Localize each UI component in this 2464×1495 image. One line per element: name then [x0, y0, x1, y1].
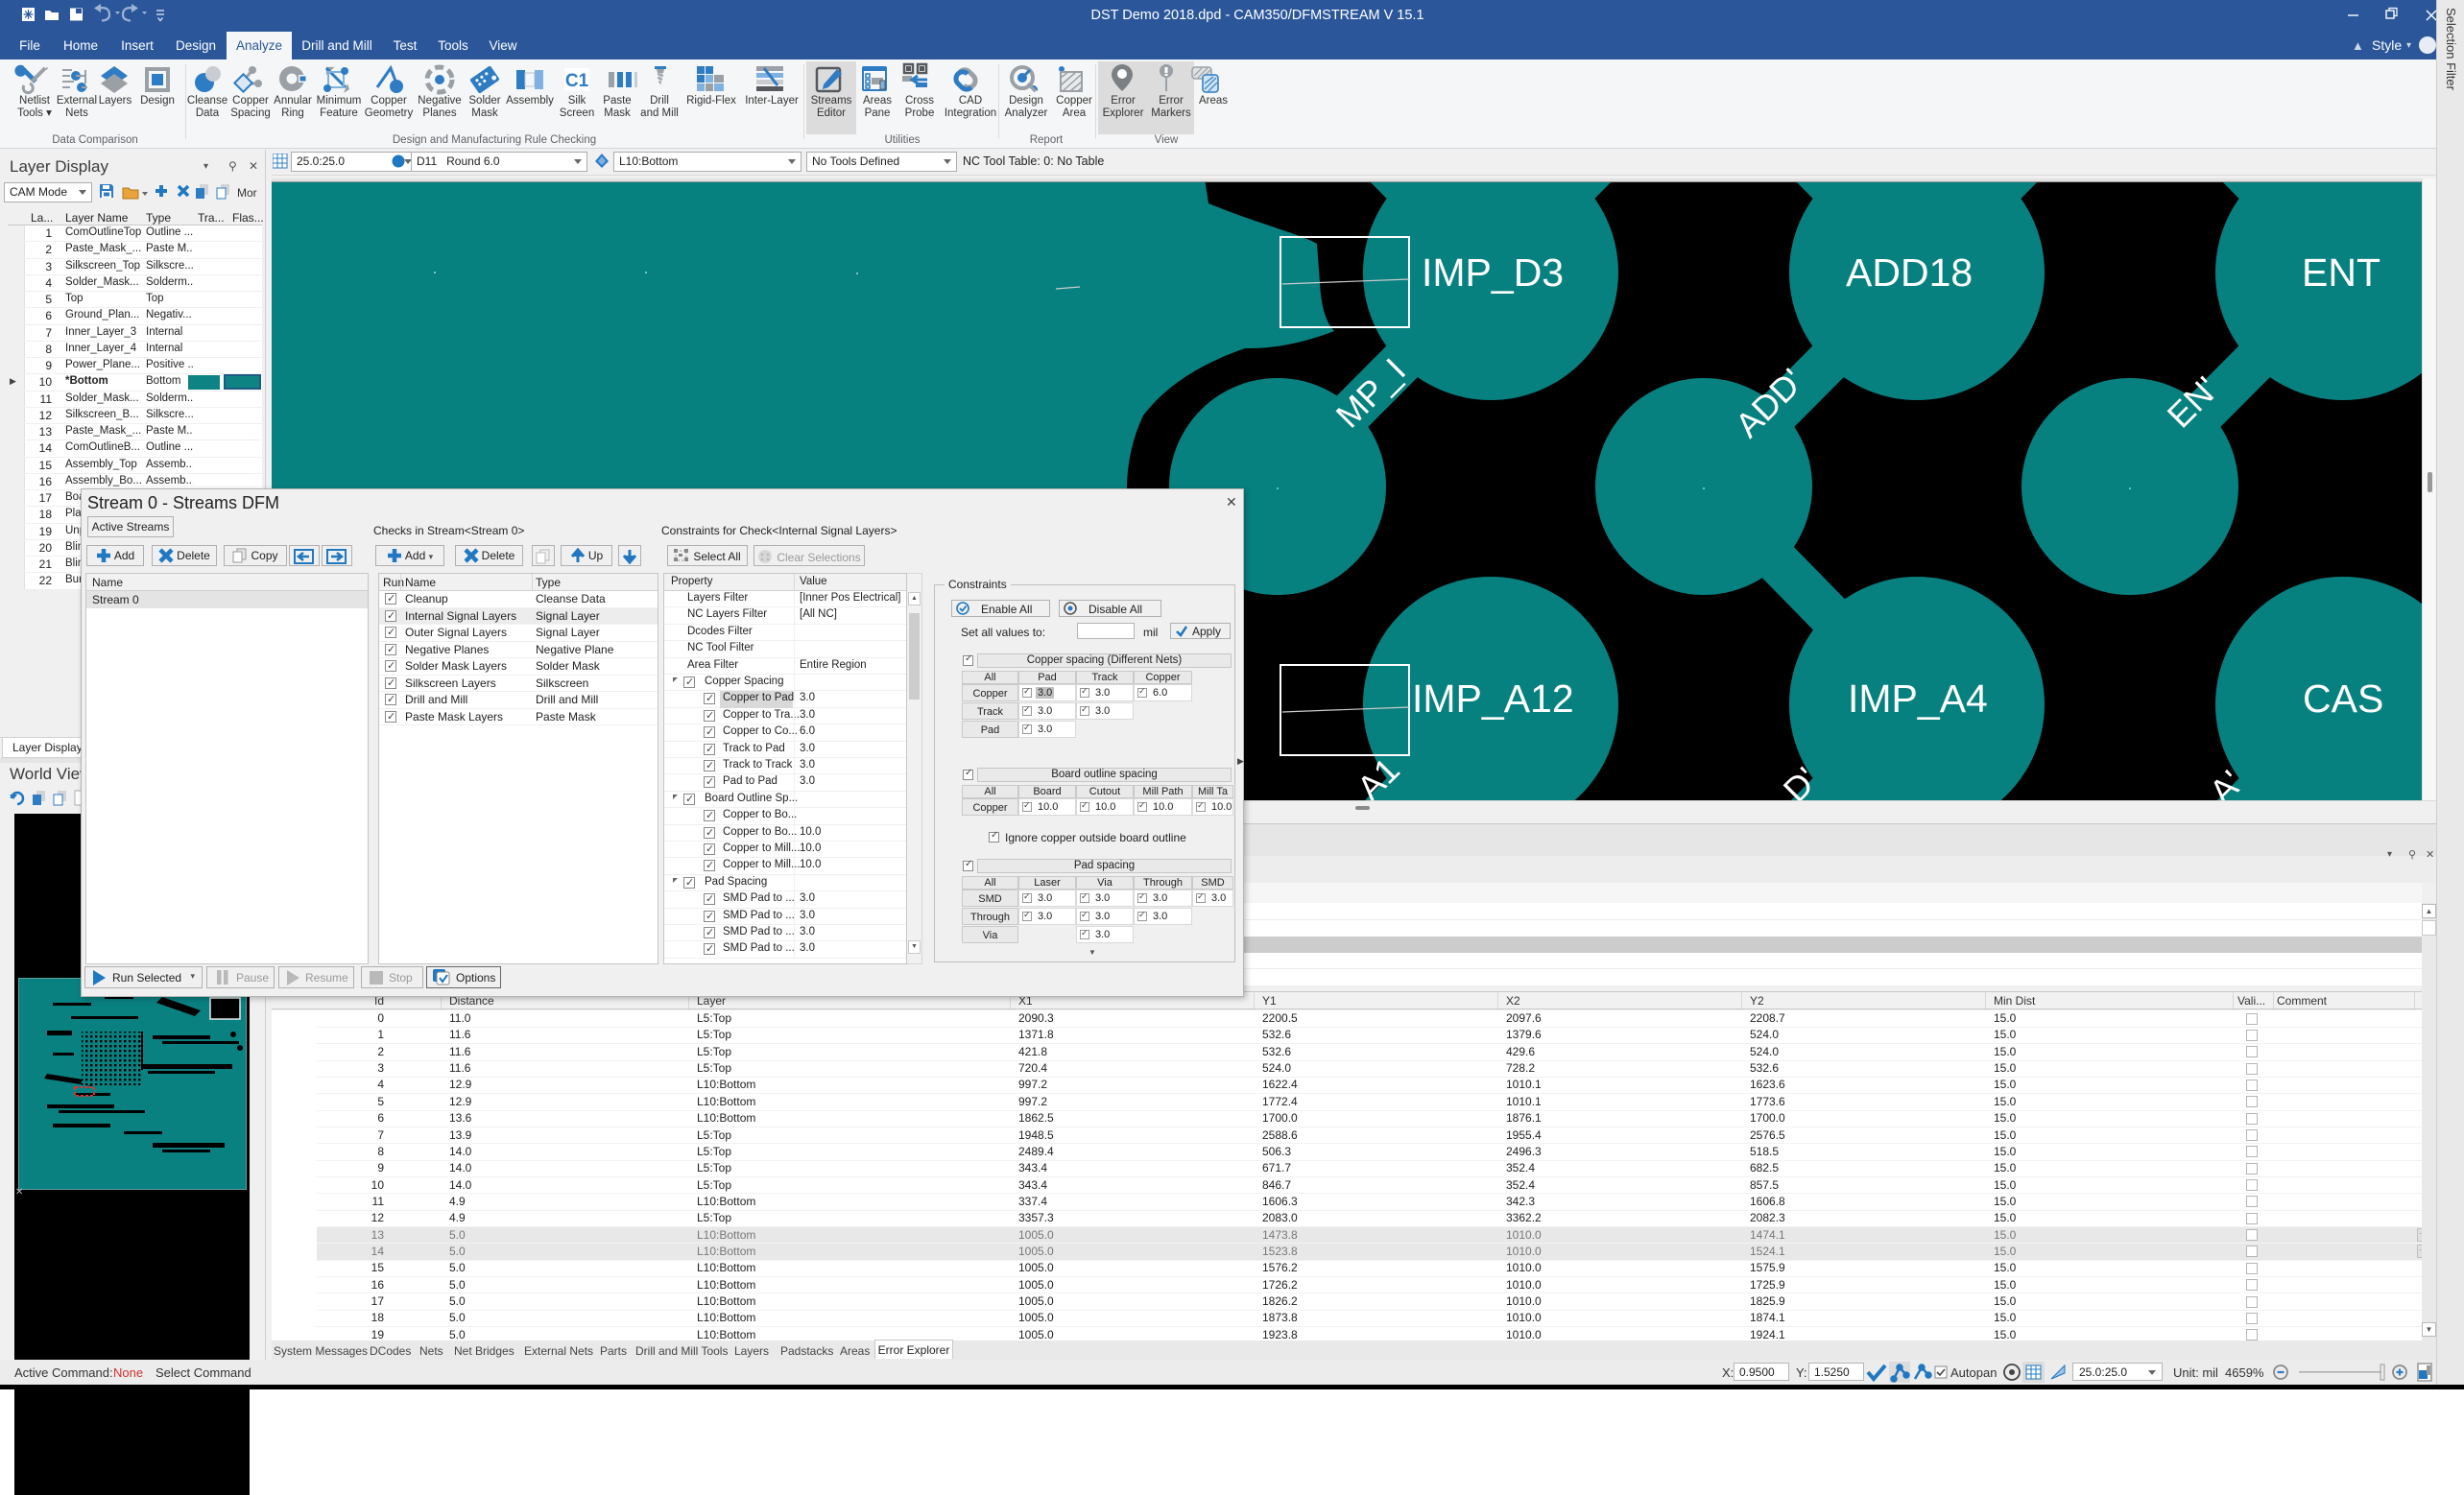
svg-text:IMP_A12: IMP_A12: [1412, 676, 1574, 721]
svg-text:IMP_A4: IMP_A4: [1848, 676, 1988, 721]
svg-text:ENT: ENT: [2302, 250, 2380, 295]
svg-text:IMP_D3: IMP_D3: [1422, 250, 1564, 295]
svg-text:CAS: CAS: [2303, 676, 2383, 721]
svg-text:ADD18: ADD18: [1846, 250, 1973, 295]
